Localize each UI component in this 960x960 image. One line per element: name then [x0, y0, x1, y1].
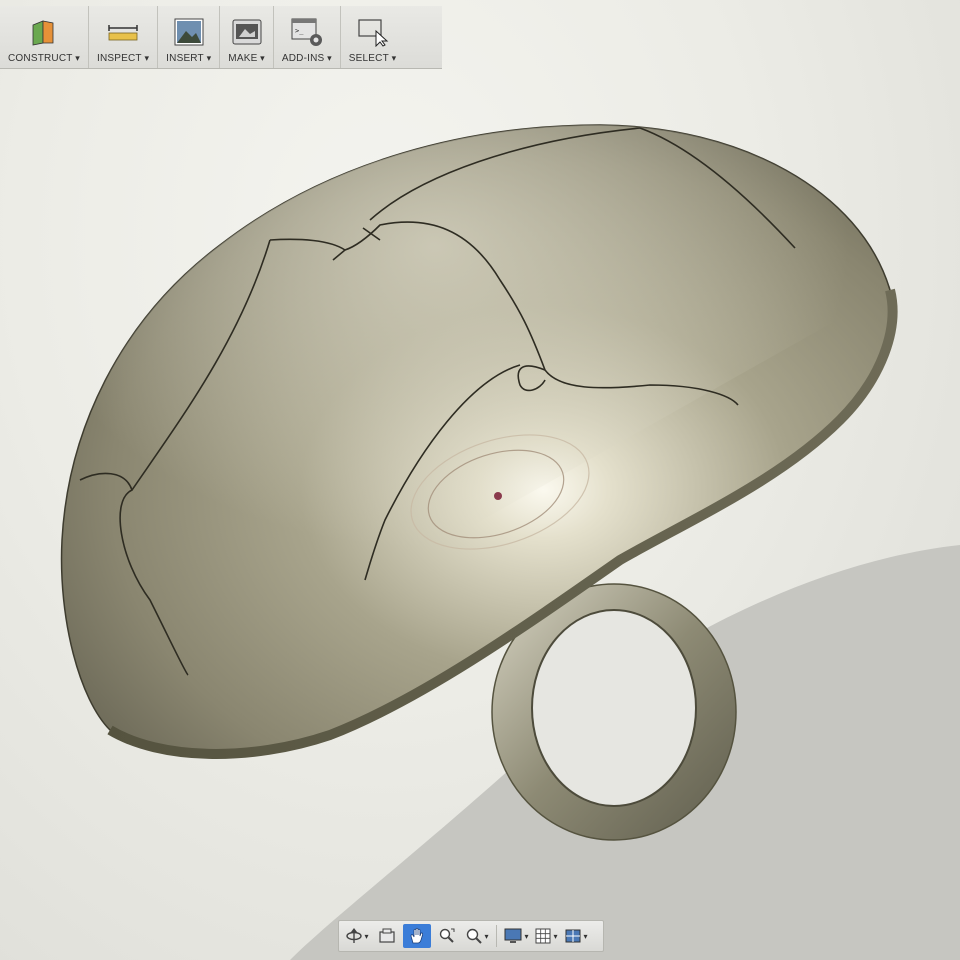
look-at-button[interactable] — [373, 924, 401, 948]
grid-settings-icon — [535, 928, 551, 944]
construct-menu[interactable]: CONSTRUCT — [0, 6, 89, 68]
3d-viewport[interactable] — [0, 0, 960, 960]
orbit-icon — [346, 928, 363, 943]
insert-image-icon — [174, 18, 204, 46]
grid-settings-button[interactable]: ▾ — [532, 924, 560, 948]
display-settings-button[interactable]: ▾ — [502, 924, 530, 948]
measure-ruler-icon — [108, 25, 138, 41]
navigation-bar: ▾ ▾ ▾ ▾ ▾ — [338, 920, 604, 952]
make-label: MAKE — [228, 53, 265, 64]
add-ins-menu[interactable]: >_ ADD-INS — [274, 6, 341, 68]
pan-hand-icon — [410, 927, 423, 944]
add-ins-label: ADD-INS — [282, 53, 332, 64]
zoom-window-icon — [439, 928, 455, 943]
zoom-window-button[interactable] — [433, 924, 461, 948]
orbit-button[interactable]: ▾ — [343, 924, 371, 948]
make-3d-print-icon — [232, 19, 262, 45]
insert-menu[interactable]: INSERT — [158, 6, 221, 68]
zoom-icon — [467, 928, 483, 944]
display-settings-icon — [504, 928, 522, 943]
look-at-icon — [379, 928, 395, 943]
viewports-dropdown-caret[interactable]: ▾ — [583, 932, 587, 941]
nav-divider — [496, 925, 497, 947]
select-label: SELECT — [349, 53, 397, 64]
insert-label: INSERT — [166, 53, 211, 64]
construct-label: CONSTRUCT — [8, 53, 80, 64]
grid-settings-dropdown-caret[interactable]: ▾ — [553, 932, 557, 941]
zoom-dropdown-caret[interactable]: ▾ — [484, 932, 488, 941]
construct-plane-icon — [32, 20, 54, 46]
make-menu[interactable]: MAKE — [220, 6, 274, 68]
select-menu[interactable]: SELECT — [341, 6, 405, 68]
select-cursor-icon — [357, 19, 388, 47]
inspect-label: INSPECT — [97, 53, 149, 64]
main-toolbar: CONSTRUCT INSPECT INSERT MAKE >_ — [0, 6, 442, 69]
add-ins-script-icon: >_ — [291, 18, 322, 46]
zoom-button[interactable]: ▾ — [463, 924, 491, 948]
svg-text:>_: >_ — [295, 27, 304, 35]
inspect-menu[interactable]: INSPECT — [89, 6, 159, 68]
viewports-button[interactable]: ▾ — [562, 924, 590, 948]
orbit-dropdown-caret[interactable]: ▾ — [364, 932, 368, 941]
display-settings-dropdown-caret[interactable]: ▾ — [524, 932, 528, 941]
viewports-icon — [565, 929, 581, 943]
pan-button[interactable] — [403, 924, 431, 948]
